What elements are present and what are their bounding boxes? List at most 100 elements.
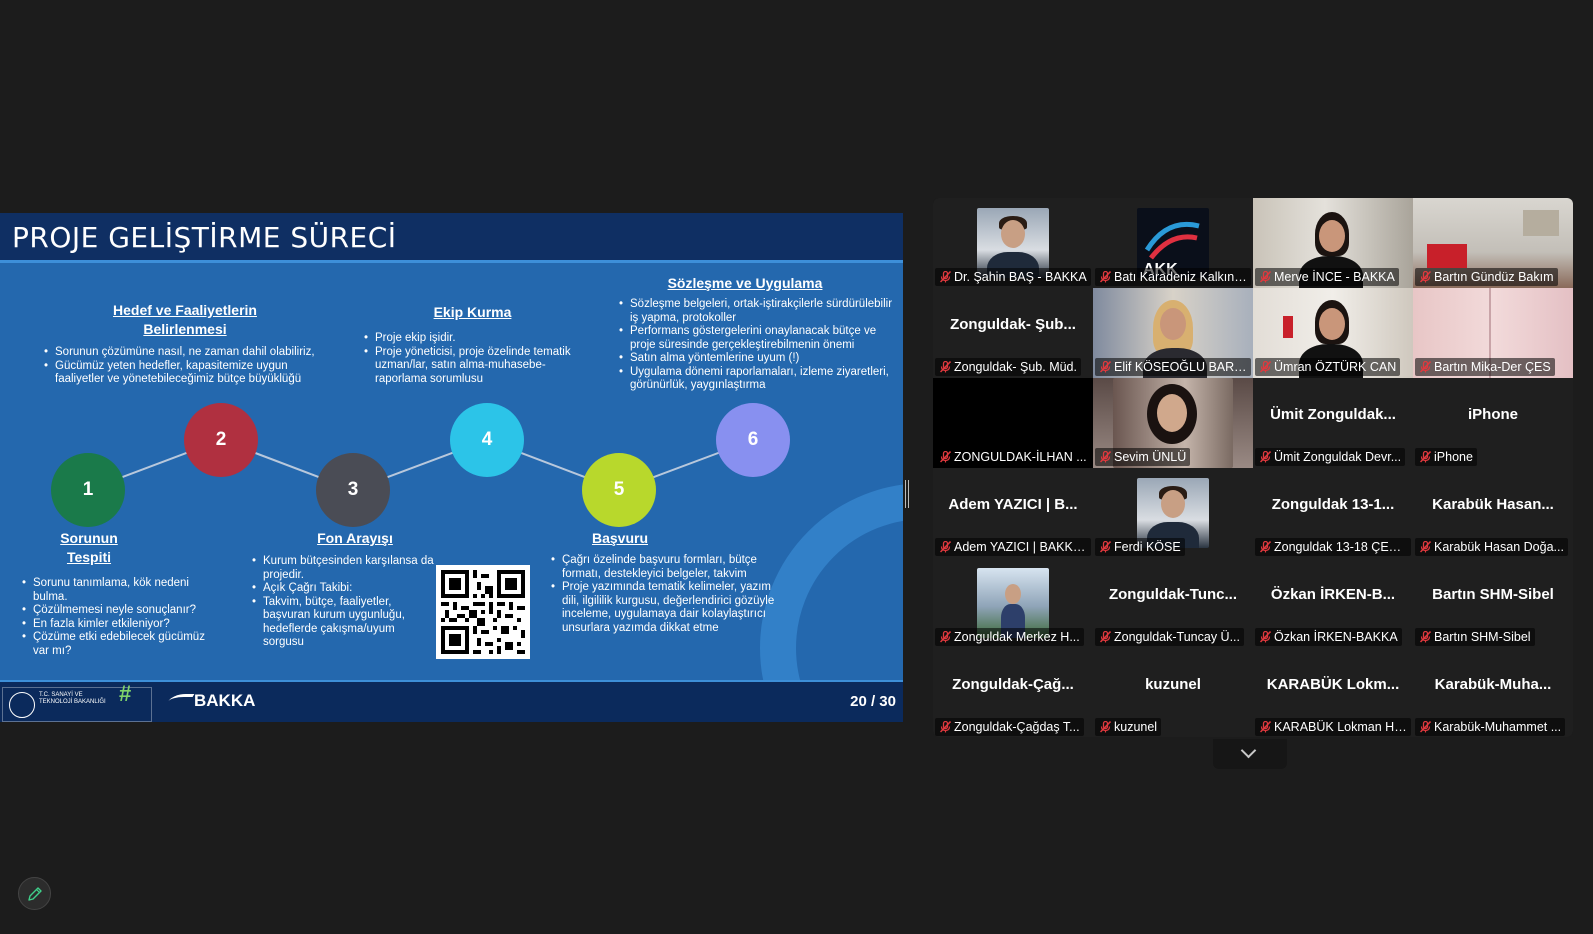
step-1-circle: 1 bbox=[51, 453, 125, 527]
step-2-item: Gücümüz yeten hedefler, kapasitemize uyg… bbox=[42, 360, 332, 387]
muted-mic-icon bbox=[1260, 721, 1271, 733]
participant-name-label: Karabük-Muhammet ... bbox=[1415, 718, 1566, 736]
participant-tile[interactable]: Ferdi KÖSE bbox=[1093, 468, 1253, 558]
participant-name-label: ZONGULDAK-İLHAN ... bbox=[935, 448, 1091, 466]
step-6-list: Sözleşme belgeleri, ortak-iştirakçilerle… bbox=[617, 298, 902, 393]
participant-tile[interactable]: Zonguldak-Çağ... Zonguldak-Çağdaş T... bbox=[933, 648, 1093, 737]
muted-mic-icon bbox=[1260, 451, 1271, 463]
muted-mic-icon bbox=[1420, 451, 1431, 463]
participant-display-name: Zonguldak-Tunc... bbox=[1108, 586, 1238, 603]
step-3-item: Açık Çağrı Takibi: bbox=[250, 582, 435, 596]
participant-name-label: Bartın SHM-Sibel bbox=[1415, 628, 1535, 646]
bakka-logo: BAKKA bbox=[165, 691, 255, 711]
split-resize-handle[interactable] bbox=[905, 480, 909, 508]
muted-mic-icon bbox=[940, 271, 951, 283]
participant-name-label: Adem YAZICI | BAKKA... bbox=[935, 538, 1091, 556]
participant-name-label: Zonguldak-Tuncay Ü... bbox=[1095, 628, 1244, 646]
step-1-item: Sorunu tanımlama, kök nedeni bulma. bbox=[20, 577, 210, 604]
participant-tile[interactable]: Adem YAZICI | B... Adem YAZICI | BAKKA... bbox=[933, 468, 1093, 558]
participant-tile[interactable]: Dr. Şahin BAŞ - BAKKA bbox=[933, 198, 1093, 288]
muted-mic-icon bbox=[940, 451, 951, 463]
participant-tile[interactable]: Ümran ÖZTÜRK CAN bbox=[1253, 288, 1413, 378]
step-5-circle: 5 bbox=[582, 453, 656, 527]
participant-name-label: Merve İNCE - BAKKA bbox=[1255, 268, 1399, 286]
participant-name-label: Zonguldak- Şub. Müd. bbox=[935, 358, 1081, 376]
muted-mic-icon bbox=[1260, 271, 1271, 283]
muted-mic-icon bbox=[940, 361, 951, 373]
qr-code-pattern bbox=[441, 570, 525, 654]
participant-tile[interactable]: Bartın SHM-Sibel Bartın SHM-Sibel bbox=[1413, 558, 1573, 648]
muted-mic-icon bbox=[1260, 631, 1271, 643]
participant-name-label: Ferdi KÖSE bbox=[1095, 538, 1185, 556]
participant-tile[interactable]: Zonguldak Merkez H... bbox=[933, 558, 1093, 648]
step-2-item: Sorunun çözümüne nasıl, ne zaman dahil o… bbox=[42, 346, 332, 360]
participant-name-label: Karabük Hasan Doğa... bbox=[1415, 538, 1568, 556]
participant-display-name: Özkan İRKEN-B... bbox=[1270, 586, 1396, 603]
participant-tile[interactable]: Zonguldak 13-1... Zonguldak 13-18 ÇES... bbox=[1253, 468, 1413, 558]
participant-display-name: Bartın SHM-Sibel bbox=[1432, 586, 1554, 603]
participant-display-name: iPhone bbox=[1467, 406, 1518, 423]
participant-tile[interactable]: kuzunel kuzunel bbox=[1093, 648, 1253, 737]
participant-name-label: kuzunel bbox=[1095, 718, 1162, 736]
muted-mic-icon bbox=[1260, 361, 1271, 373]
step-6-item: Uygulama dönemi raporlamaları, izleme zi… bbox=[617, 366, 902, 393]
participant-display-name: KARABÜK Lokm... bbox=[1266, 676, 1400, 693]
participant-tile[interactable]: ZONGULDAK-İLHAN ... bbox=[933, 378, 1093, 468]
muted-mic-icon bbox=[940, 541, 951, 553]
gallery-scroll-down-button[interactable] bbox=[1213, 739, 1287, 769]
muted-mic-icon bbox=[940, 631, 951, 643]
participant-display-name: Karabük-Muha... bbox=[1434, 676, 1552, 693]
ministry-seal-icon bbox=[9, 692, 35, 718]
participant-tile[interactable]: iPhone iPhone bbox=[1413, 378, 1573, 468]
step-2-title: Hedef ve Faaliyetlerin Belirlenmesi bbox=[113, 302, 257, 337]
participant-display-name: Adem YAZICI | B... bbox=[948, 496, 1078, 513]
participant-display-name: Karabük Hasan... bbox=[1432, 496, 1554, 513]
hashtag-logo-icon: # bbox=[119, 681, 132, 706]
participant-name-label: iPhone bbox=[1415, 448, 1477, 466]
step-3-item: Kurum bütçesinden karşılansa da projedir… bbox=[250, 555, 435, 582]
step-6-item: Satın alma yöntemlerine uyum (!) bbox=[617, 352, 902, 366]
step-3-item: Takvim, bütçe, faaliyetler, başvuran kur… bbox=[250, 596, 435, 650]
step-2-circle: 2 bbox=[184, 403, 258, 477]
participant-tile[interactable]: Özkan İRKEN-B... Özkan İRKEN-BAKKA bbox=[1253, 558, 1413, 648]
participant-tile[interactable]: AKKBatı Karadeniz Kalkınma Ajansı bbox=[1093, 198, 1253, 288]
participant-tile[interactable]: Ümit Zonguldak... Ümit Zonguldak Devr... bbox=[1253, 378, 1413, 468]
participant-tile[interactable]: Karabük-Muha... Karabük-Muhammet ... bbox=[1413, 648, 1573, 737]
participant-display-name: Zonguldak-Çağ... bbox=[952, 676, 1074, 693]
step-5-title: Başvuru bbox=[591, 530, 649, 546]
qr-code bbox=[436, 565, 530, 659]
step-3-list: Kurum bütçesinden karşılansa da projedir… bbox=[250, 555, 435, 650]
muted-mic-icon bbox=[1420, 631, 1431, 643]
participant-tile[interactable]: Bartın Gündüz Bakım bbox=[1413, 198, 1573, 288]
step-6-item: Sözleşme belgeleri, ortak-iştirakçilerle… bbox=[617, 298, 902, 325]
participant-tile[interactable]: Elif KÖSEOĞLU BARTIN bbox=[1093, 288, 1253, 378]
muted-mic-icon bbox=[1100, 361, 1111, 373]
participant-tile[interactable]: Sevim ÜNLÜ bbox=[1093, 378, 1253, 468]
annotate-button[interactable] bbox=[18, 877, 51, 910]
participant-tile[interactable]: Bartın Mika-Der ÇES bbox=[1413, 288, 1573, 378]
step-5-item: Çağrı özelinde başvuru formları, bütçe f… bbox=[549, 554, 781, 581]
step-3-title: Fon Arayışı bbox=[317, 530, 393, 546]
meeting-window: PROJE GELİŞTİRME SÜRECİ 1 2 3 4 5 6 Soru… bbox=[0, 0, 1593, 934]
participant-tile[interactable]: Merve İNCE - BAKKA bbox=[1253, 198, 1413, 288]
participant-tile[interactable]: Karabük Hasan... Karabük Hasan Doğa... bbox=[1413, 468, 1573, 558]
step-6-circle: 6 bbox=[716, 403, 790, 477]
chevron-down-icon bbox=[1240, 742, 1257, 759]
participant-name-label: Zonguldak Merkez H... bbox=[935, 628, 1084, 646]
participant-tile[interactable]: Zonguldak-Tunc... Zonguldak-Tuncay Ü... bbox=[1093, 558, 1253, 648]
participant-tile[interactable]: KARABÜK Lokm... KARABÜK Lokman HE... bbox=[1253, 648, 1413, 737]
step-4-title: Ekip Kurma bbox=[433, 304, 512, 320]
step-5-list: Çağrı özelinde başvuru formları, bütçe f… bbox=[549, 554, 781, 635]
participant-name-label: Ümit Zonguldak Devr... bbox=[1255, 448, 1406, 466]
slide-footer: T.C. SANAYİ VE TEKNOLOJİ BAKANLIĞI # BAK… bbox=[0, 680, 903, 722]
muted-mic-icon bbox=[1100, 721, 1111, 733]
step-4-item: Proje ekip işidir. bbox=[362, 332, 592, 346]
participant-tile[interactable]: Zonguldak- Şub... Zonguldak- Şub. Müd. bbox=[933, 288, 1093, 378]
muted-mic-icon bbox=[1100, 541, 1111, 553]
participant-name-label: Bartın Gündüz Bakım bbox=[1415, 268, 1558, 286]
participant-name-label: Bartın Mika-Der ÇES bbox=[1415, 358, 1555, 376]
muted-mic-icon bbox=[1420, 541, 1431, 553]
participant-display-name: Ümit Zonguldak... bbox=[1270, 406, 1396, 423]
muted-mic-icon bbox=[1100, 631, 1111, 643]
participant-name-label: Dr. Şahin BAŞ - BAKKA bbox=[935, 268, 1091, 286]
